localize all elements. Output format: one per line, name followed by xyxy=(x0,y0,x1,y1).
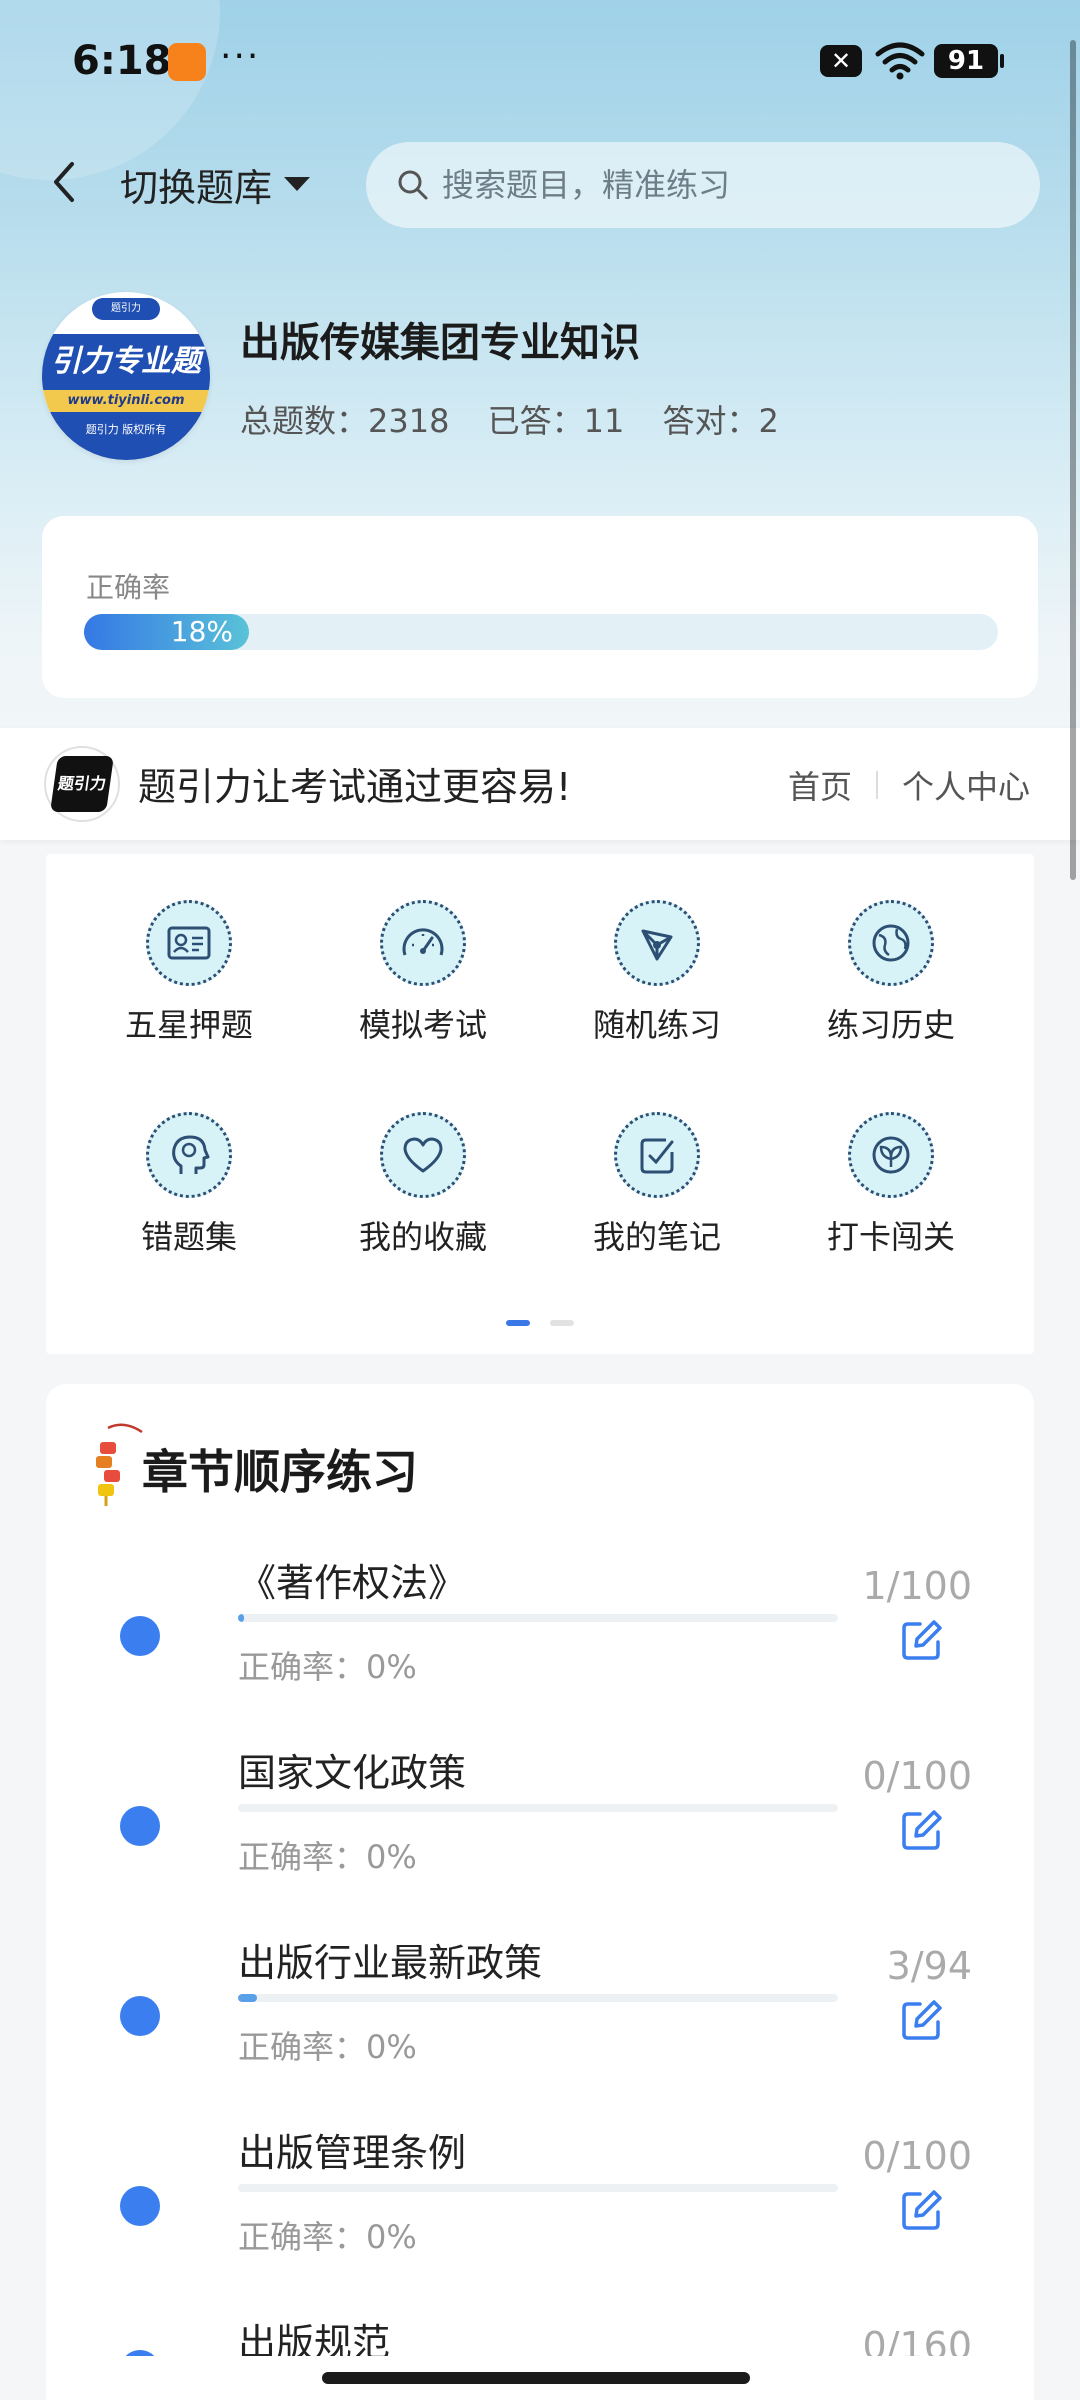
chapter-progress-track xyxy=(238,2184,838,2192)
chapter-count: 0/100 xyxy=(862,2134,972,2178)
feature-notes[interactable]: 我的笔记 xyxy=(557,1112,757,1258)
network-icon xyxy=(614,900,700,986)
chapter-accuracy: 正确率：0% xyxy=(238,2028,417,2066)
feature-label: 五星押题 xyxy=(124,1006,253,1044)
edit-icon[interactable] xyxy=(900,1998,944,2042)
chapter-name: 《著作权法》 xyxy=(238,1561,467,1605)
feature-checkin[interactable]: 打卡闯关 xyxy=(791,1112,991,1258)
accuracy-percent: 18% xyxy=(170,615,233,648)
chapter-accuracy: 正确率：0% xyxy=(238,2218,417,2256)
switch-bank-dropdown[interactable]: 切换题库 xyxy=(120,154,311,214)
heart-icon xyxy=(380,1112,466,1198)
chevron-left-icon xyxy=(54,162,74,202)
feature-favorites[interactable]: 我的收藏 xyxy=(323,1112,523,1258)
chapter-count: 0/160 xyxy=(862,2324,972,2356)
page-indicator-active[interactable] xyxy=(506,1320,530,1326)
chapter-section-title: 章节顺序练习 xyxy=(142,1445,418,1499)
feature-label: 随机练习 xyxy=(592,1006,721,1044)
head-icon xyxy=(146,1112,232,1198)
chapter-name: 出版行业最新政策 xyxy=(238,1941,543,1985)
chapter-row[interactable]: 出版行业最新政策 正确率：0% 3/94 xyxy=(46,1916,1034,2106)
brand-slogan: 题引力让考试通过更容易! xyxy=(138,765,572,809)
chapter-name: 国家文化政策 xyxy=(238,1751,467,1795)
chapter-count: 1/100 xyxy=(862,1564,972,1608)
chapter-name: 出版管理条例 xyxy=(238,2131,467,2175)
feature-label: 模拟考试 xyxy=(358,1006,487,1044)
brand-links: 首页 个人中心 xyxy=(788,762,1030,808)
switch-bank-label: 切换题库 xyxy=(120,165,273,210)
chapter-bullet xyxy=(120,2186,160,2226)
chapter-count: 0/100 xyxy=(862,1754,972,1798)
status-time: 6:18 xyxy=(72,38,172,84)
edit-icon[interactable] xyxy=(900,1808,944,1852)
chapter-progress-track xyxy=(238,1614,838,1622)
brand-logo: 题引力 xyxy=(44,746,120,822)
chapter-bullet xyxy=(120,2350,160,2356)
search-input[interactable] xyxy=(440,165,1004,205)
feature-mock-exam[interactable]: 模拟考试 xyxy=(323,900,523,1046)
scrollbar[interactable] xyxy=(1070,40,1076,880)
search-icon xyxy=(398,170,428,200)
shopping-bag-icon xyxy=(168,43,206,81)
feature-label: 我的笔记 xyxy=(592,1218,721,1256)
correct-count: 答对：2 xyxy=(662,402,779,440)
edit-icon[interactable] xyxy=(900,2188,944,2232)
feature-label: 我的收藏 xyxy=(358,1218,487,1256)
bank-title: 出版传媒集团专业知识 xyxy=(240,320,640,366)
feature-history[interactable]: 练习历史 xyxy=(791,900,991,1046)
bank-stats: 总题数：2318 已答：11 答对：2 xyxy=(240,396,807,442)
chapter-row[interactable]: 出版规范 0/160 xyxy=(46,2296,1034,2356)
chapter-accuracy: 正确率：0% xyxy=(238,1838,417,1876)
chapter-name: 出版规范 xyxy=(238,2321,391,2356)
logo-main-text: 引力专业题 xyxy=(42,334,210,390)
chapter-bullet xyxy=(120,1996,160,2036)
caret-down-icon xyxy=(284,177,311,191)
feature-label: 打卡闯关 xyxy=(826,1218,955,1256)
chapter-row[interactable]: 出版管理条例 正确率：0% 0/100 xyxy=(46,2106,1034,2296)
firecracker-icon xyxy=(96,1423,143,1506)
chapter-progress-track xyxy=(238,1994,838,2002)
feature-grid: 五星押题 模拟考试 随机练习 练习历史 错题集 我的收藏 我的笔记 打卡闯关 xyxy=(46,854,1034,1354)
accuracy-card xyxy=(42,516,1038,698)
logo-tag: 题引力 xyxy=(92,298,160,320)
wifi-icon xyxy=(875,42,925,80)
edit-icon[interactable] xyxy=(900,1618,944,1662)
no-sim-icon: ✕ xyxy=(820,45,862,77)
bank-logo: 题引力 引力专业题 www.tiyinli.com 题引力 版权所有 xyxy=(42,292,210,460)
feature-wrong-set[interactable]: 错题集 xyxy=(89,1112,289,1258)
feature-label: 错题集 xyxy=(140,1218,237,1256)
id-card-icon xyxy=(146,900,232,986)
logo-footer: 题引力 版权所有 xyxy=(42,412,210,460)
chapter-bullet xyxy=(120,1806,160,1846)
chapter-progress-fill xyxy=(238,1614,244,1622)
chapter-row[interactable]: 《著作权法》 正确率：0% 1/100 xyxy=(46,1536,1034,1726)
feature-five-star[interactable]: 五星押题 xyxy=(89,900,289,1046)
globe-icon xyxy=(848,900,934,986)
logo-url: www.tiyinli.com xyxy=(42,390,210,412)
chapter-progress-fill xyxy=(238,1994,258,2002)
chapter-bullet xyxy=(120,1616,160,1656)
link-divider xyxy=(876,771,879,799)
feature-random-practice[interactable]: 随机练习 xyxy=(557,900,757,1046)
profile-link[interactable]: 个人中心 xyxy=(902,762,1030,808)
leaf-badge-icon xyxy=(848,1112,934,1198)
chapter-count: 3/94 xyxy=(886,1944,972,1988)
answered-count: 已答：11 xyxy=(487,402,625,440)
chapter-accuracy: 正确率：0% xyxy=(238,1648,417,1686)
back-button[interactable] xyxy=(40,152,88,212)
home-link[interactable]: 首页 xyxy=(788,762,852,808)
battery-indicator: 91 xyxy=(934,44,1004,78)
more-notifications-icon: ··· xyxy=(220,36,261,77)
home-indicator[interactable] xyxy=(322,2372,750,2384)
feature-label: 练习历史 xyxy=(826,1006,955,1044)
brand-logo-mark: 题引力 xyxy=(50,756,114,812)
search-box[interactable] xyxy=(366,142,1040,228)
accuracy-label: 正确率 xyxy=(86,571,171,604)
chapter-progress-track xyxy=(238,1804,838,1812)
total-questions: 总题数：2318 xyxy=(240,402,450,440)
speedometer-icon xyxy=(380,900,466,986)
chapter-row[interactable]: 国家文化政策 正确率：0% 0/100 xyxy=(46,1726,1034,1916)
page-indicator[interactable] xyxy=(550,1320,574,1326)
note-check-icon xyxy=(614,1112,700,1198)
